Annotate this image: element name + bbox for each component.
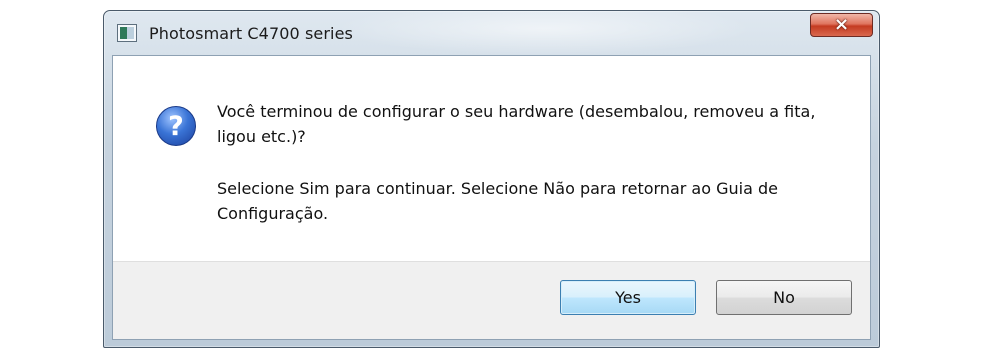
- instruction-text: Selecione Sim para continuar. Selecione …: [217, 179, 778, 223]
- question-icon-glyph: ?: [168, 110, 184, 142]
- app-icon-pane-right: [127, 27, 134, 39]
- question-text: Você terminou de configurar o seu hardwa…: [217, 102, 816, 146]
- app-window-icon: [117, 24, 137, 42]
- window-title: Photosmart C4700 series: [149, 24, 353, 43]
- close-button[interactable]: ×: [810, 13, 873, 37]
- question-icon: ?: [156, 106, 196, 146]
- title-glass-highlight: [334, 11, 754, 55]
- message-area: ? Você terminou de configurar o seu hard…: [113, 56, 870, 263]
- dialog-window: Photosmart C4700 series × ? Você termino…: [103, 10, 880, 348]
- app-icon-pane-left: [120, 27, 127, 39]
- title-bar[interactable]: Photosmart C4700 series ×: [104, 11, 879, 55]
- close-icon: ×: [833, 14, 850, 35]
- dialog-client-area: ? Você terminou de configurar o seu hard…: [112, 55, 871, 340]
- yes-button[interactable]: Yes: [560, 280, 696, 315]
- button-bar: Yes No: [113, 261, 870, 339]
- no-button[interactable]: No: [716, 280, 852, 315]
